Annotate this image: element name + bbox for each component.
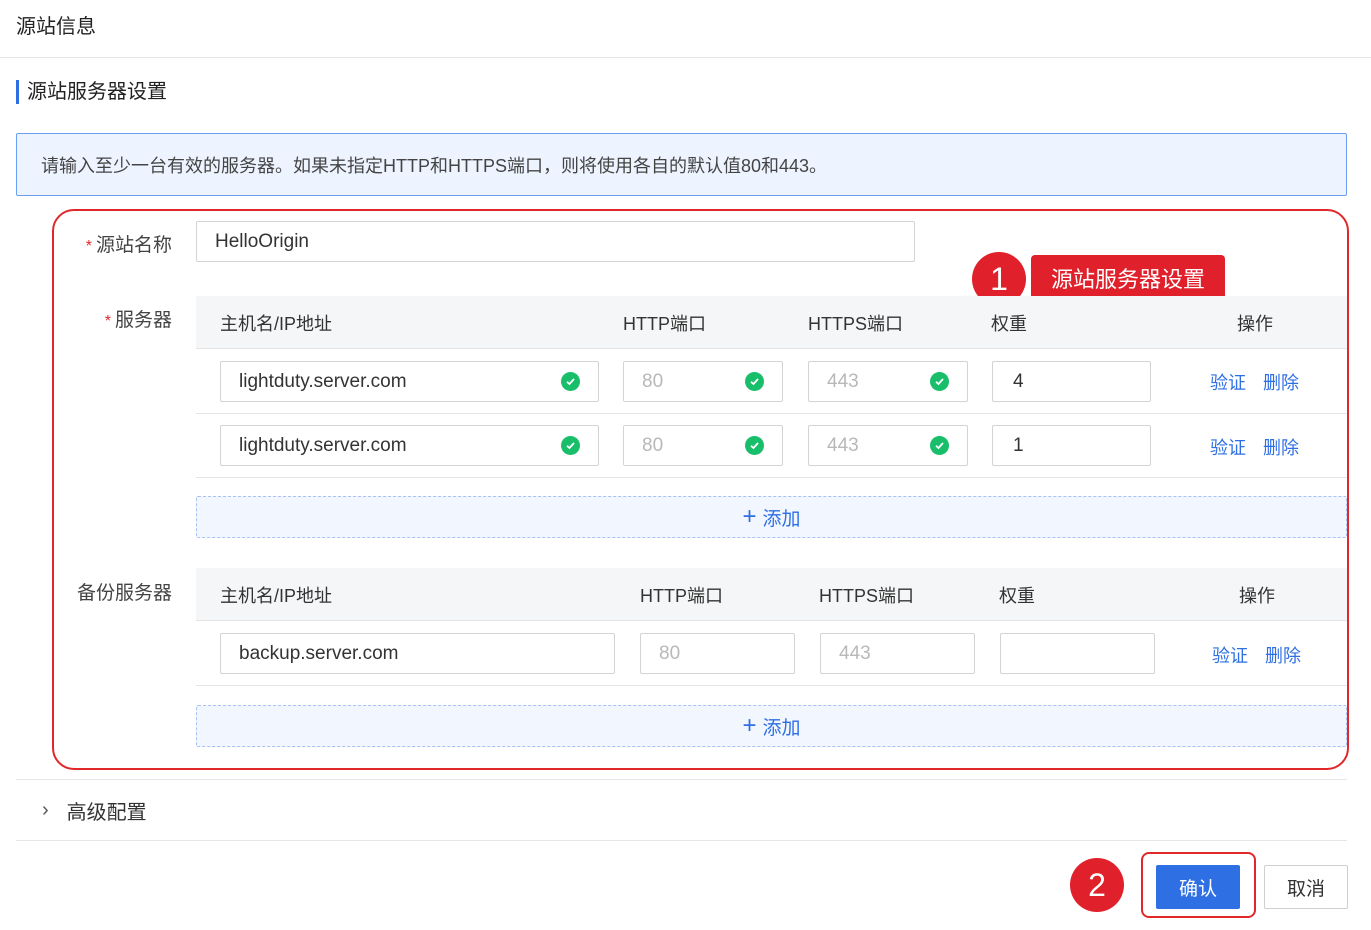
check-circle-icon [745,436,764,455]
advanced-config-label: 高级配置 [66,801,147,824]
server-1-verify-link[interactable]: 验证 [1210,369,1246,395]
info-notice: 请输入至少一台有效的服务器。如果未指定HTTP和HTTPS端口，则将使用各自的默… [16,133,1347,196]
origin-name-input[interactable]: HelloOrigin [196,221,915,262]
server-1-https-input[interactable]: 443 [808,361,968,402]
header-divider [0,57,1371,58]
servers-table-header: 主机名/IP地址 HTTP端口 HTTPS端口 权重 操作 [196,296,1347,349]
backup-1-http-input[interactable]: 80 [640,633,795,674]
backup-1-delete-link[interactable]: 删除 [1265,642,1301,668]
row-divider [196,348,1347,349]
col-https: HTTPS端口 [808,313,904,334]
col-http: HTTP端口 [623,313,706,334]
add-backup-server-button[interactable]: + 添加 [196,705,1347,747]
plus-icon: + [742,712,757,739]
backup-1-weight-input[interactable] [1000,633,1155,674]
server-2-weight-input[interactable]: 1 [992,425,1151,466]
col-http: HTTP端口 [640,585,723,606]
add-server-button[interactable]: + 添加 [196,496,1347,538]
row-divider [196,413,1347,414]
backup-servers-label: 备份服务器 [76,583,172,604]
backup-1-https-input[interactable]: 443 [820,633,975,674]
server-2-delete-link[interactable]: 删除 [1263,434,1299,460]
server-2-verify-link[interactable]: 验证 [1210,434,1246,460]
col-ops: 操作 [1239,585,1275,606]
advanced-config-toggle[interactable]: › 高级配置 [16,779,1347,841]
col-weight: 权重 [999,585,1035,606]
row-divider [196,685,1347,686]
col-weight: 权重 [991,313,1027,334]
chevron-right-icon: › [42,798,49,821]
cancel-button[interactable]: 取消 [1264,865,1348,909]
section-title: 源站服务器设置 [16,80,167,104]
col-https: HTTPS端口 [819,585,915,606]
confirm-button[interactable]: 确认 [1156,865,1240,909]
required-mark: * [85,238,92,255]
backup-1-verify-link[interactable]: 验证 [1212,642,1248,668]
col-host: 主机名/IP地址 [220,585,333,606]
servers-label: * 服务器 [104,310,172,331]
backup-1-host-input[interactable]: backup.server.com [220,633,615,674]
check-circle-icon [745,372,764,391]
check-circle-icon [930,436,949,455]
check-circle-icon [561,436,580,455]
server-1-delete-link[interactable]: 删除 [1263,369,1299,395]
check-circle-icon [561,372,580,391]
col-host: 主机名/IP地址 [220,313,333,334]
plus-icon: + [742,503,757,530]
server-2-https-input[interactable]: 443 [808,425,968,466]
server-1-weight-input[interactable]: 4 [992,361,1151,402]
check-circle-icon [930,372,949,391]
step-2-badge: 2 [1070,858,1124,912]
notice-text: 请输入至少一台有效的服务器。如果未指定HTTP和HTTPS端口，则将使用各自的默… [41,155,828,176]
server-1-http-input[interactable]: 80 [623,361,783,402]
server-1-host-input[interactable]: lightduty.server.com [220,361,599,402]
origin-name-label: * 源站名称 [85,235,172,256]
page-title: 源站信息 [16,16,96,38]
step-1-callout: 源站服务器设置 [1031,255,1225,300]
server-2-http-input[interactable]: 80 [623,425,783,466]
row-divider [196,477,1347,478]
row-divider [196,620,1347,621]
col-ops: 操作 [1237,313,1273,334]
server-2-host-input[interactable]: lightduty.server.com [220,425,599,466]
backup-table-header: 主机名/IP地址 HTTP端口 HTTPS端口 权重 操作 [196,568,1347,621]
